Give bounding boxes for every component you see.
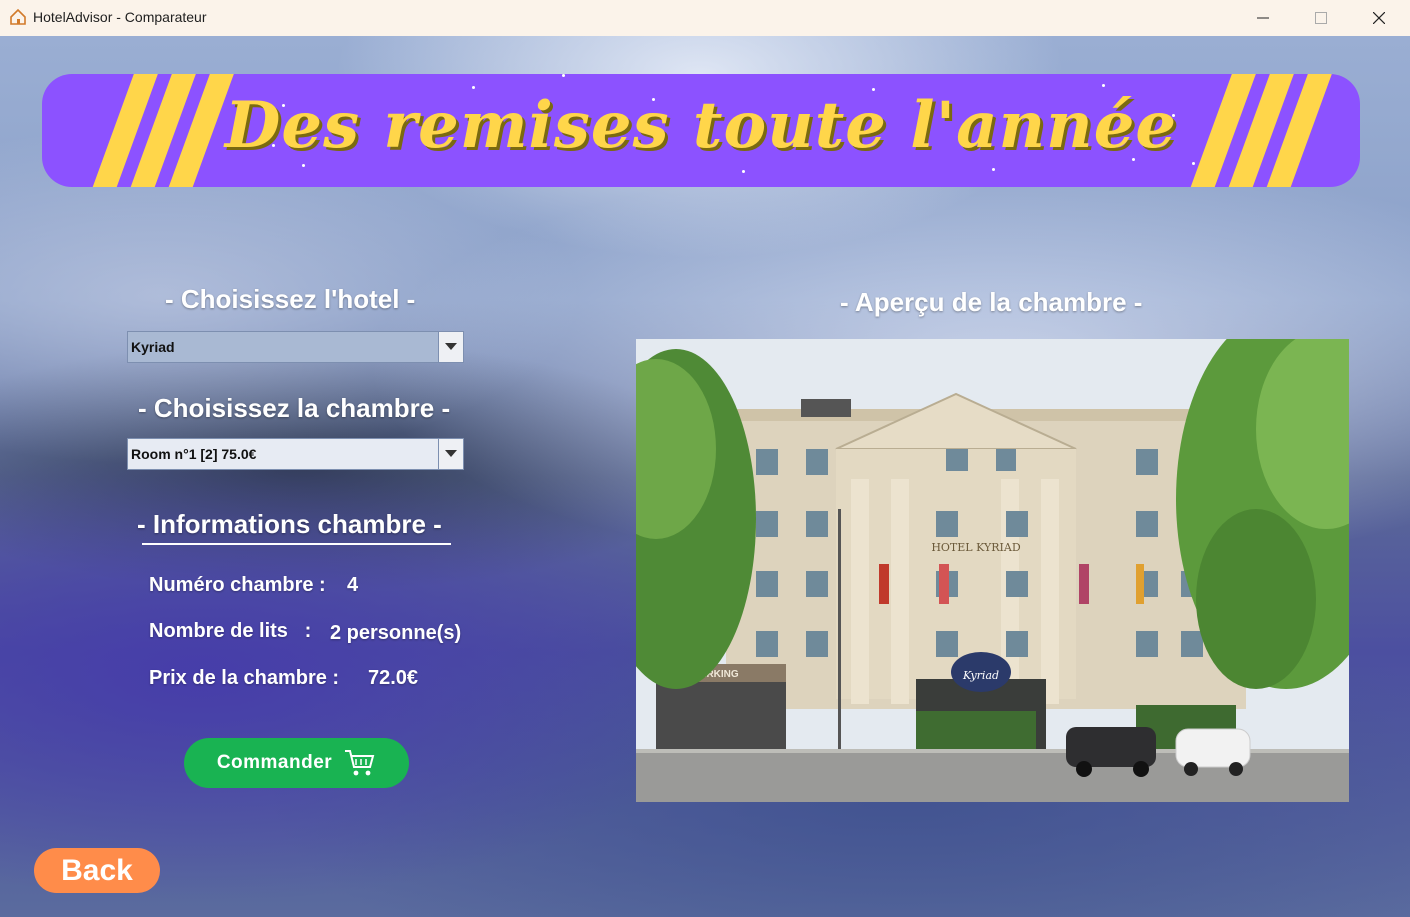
info-heading: - Informations chambre - xyxy=(137,509,442,539)
info-heading-underline xyxy=(142,543,451,545)
beds-label: Nombre de lits : xyxy=(149,620,312,642)
room-select-value: Room n°1 [2] 75.0€ xyxy=(128,439,439,469)
hotel-select[interactable]: Kyriad xyxy=(127,331,464,363)
cart-icon xyxy=(345,750,375,776)
hotel-photo: HOTEL KYRIAD PARKING Kyriad xyxy=(636,339,1349,802)
room-select[interactable]: Room n°1 [2] 75.0€ xyxy=(127,438,464,470)
promo-banner: Des remises toute l'année xyxy=(42,74,1360,187)
chevron-down-icon xyxy=(445,450,457,457)
brand-sign-text: Kyriad xyxy=(962,669,999,682)
order-button-label: Commander xyxy=(216,752,333,773)
hotel-select-dropdown-button[interactable] xyxy=(438,332,463,362)
banner-text: Des remises toute l'année xyxy=(224,88,1178,163)
preview-heading: - Aperçu de la chambre - xyxy=(840,287,1143,317)
beds-value: 2 personne(s) xyxy=(330,622,462,644)
minimize-button[interactable] xyxy=(1234,0,1292,36)
price-label: Prix de la chambre : xyxy=(149,667,340,689)
maximize-icon xyxy=(1315,12,1327,24)
minimize-icon xyxy=(1257,17,1269,19)
close-button[interactable] xyxy=(1350,0,1408,36)
room-number-label: Numéro chambre : xyxy=(149,574,326,596)
price-value: 72.0€ xyxy=(368,667,419,689)
app-icon xyxy=(10,8,26,25)
title-bar: HotelAdvisor - Comparateur xyxy=(0,0,1410,37)
back-button[interactable]: Back xyxy=(34,848,160,893)
hotel-select-value: Kyriad xyxy=(128,332,439,362)
maximize-button[interactable] xyxy=(1292,0,1350,36)
hotel-sign-text: HOTEL KYRIAD xyxy=(931,541,1021,554)
hotel-heading: - Choisissez l'hotel - xyxy=(165,284,416,314)
window-title: HotelAdvisor - Comparateur xyxy=(33,9,207,25)
chevron-down-icon xyxy=(445,343,457,350)
close-icon xyxy=(1373,12,1385,24)
order-button[interactable]: Commander xyxy=(184,738,409,788)
room-preview-image: HOTEL KYRIAD PARKING Kyriad xyxy=(636,339,1349,802)
room-select-dropdown-button[interactable] xyxy=(438,439,463,469)
room-number-value: 4 xyxy=(347,574,359,596)
room-heading: - Choisissez la chambre - xyxy=(138,393,451,423)
